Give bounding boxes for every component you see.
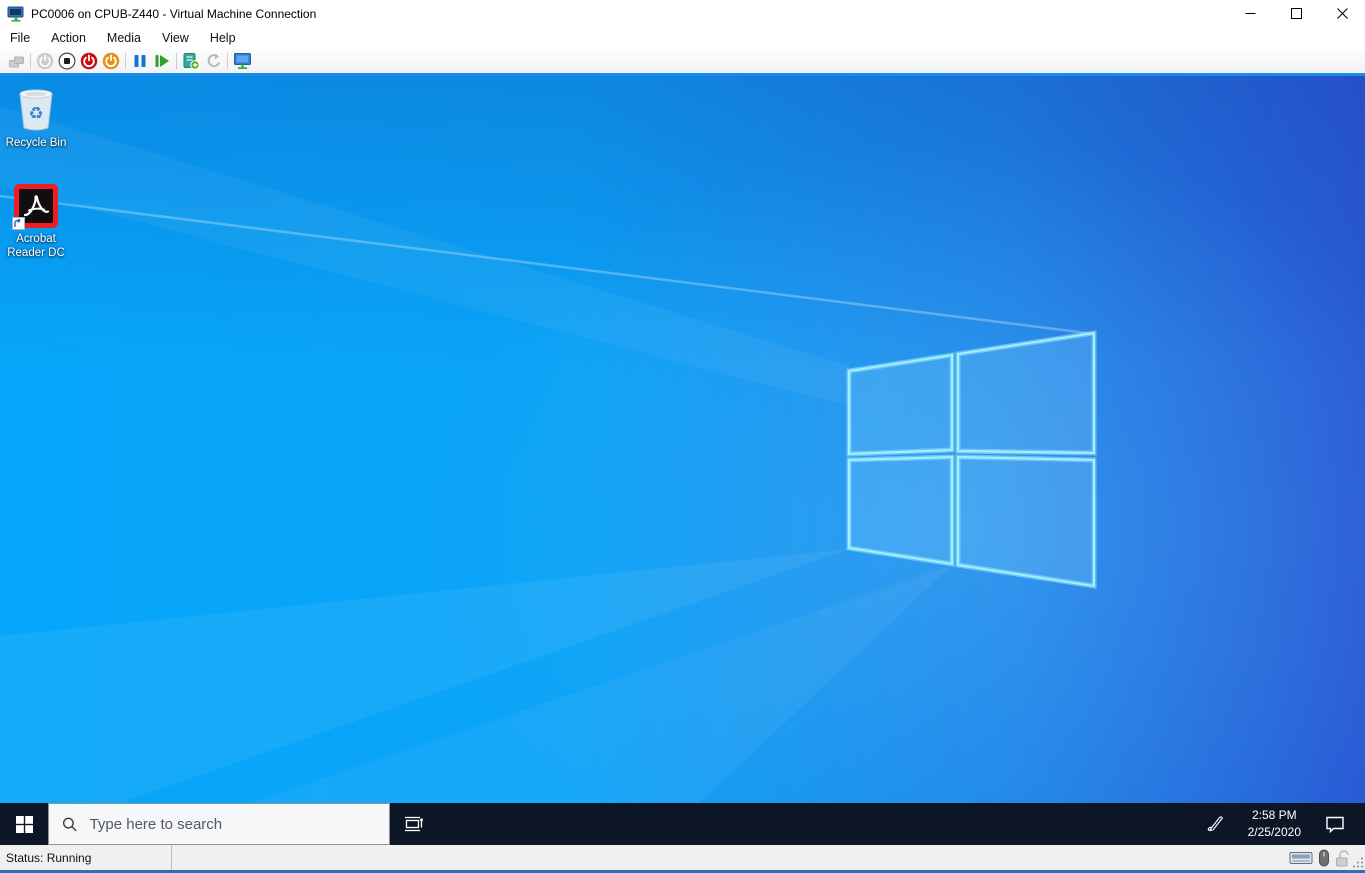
resume-icon xyxy=(154,53,170,69)
desktop-icon-recycle-bin[interactable]: ♻ Recycle Bin xyxy=(2,84,70,150)
desktop-icon-label: Recycle Bin xyxy=(6,136,67,150)
taskbar-search[interactable] xyxy=(48,803,390,845)
resize-grip[interactable] xyxy=(1352,856,1364,868)
action-center-button[interactable] xyxy=(1315,803,1355,845)
task-view-icon xyxy=(403,814,424,834)
recycle-bin-icon: ♻ xyxy=(14,84,58,132)
ctrl-alt-del-icon xyxy=(8,53,25,70)
mouse-capture-icon xyxy=(1318,849,1330,867)
vm-statusbar: Status: Running xyxy=(0,845,1365,870)
start-button[interactable] xyxy=(0,803,48,845)
search-input[interactable] xyxy=(90,816,389,833)
toolbar-separator xyxy=(125,53,126,69)
action-center-icon xyxy=(1324,814,1346,834)
maximize-button[interactable] xyxy=(1273,0,1319,27)
taskbar-clock[interactable]: 2:58 PM 2/25/2020 xyxy=(1240,807,1309,841)
vmconnect-app-icon xyxy=(7,6,25,22)
toolbar-checkpoint-button[interactable] xyxy=(180,50,202,72)
revert-icon xyxy=(205,53,222,70)
close-icon xyxy=(1337,8,1348,19)
search-icon xyxy=(62,816,78,833)
clock-time: 2:58 PM xyxy=(1248,807,1301,824)
vm-connection-window: PC0006 on CPUB-Z440 - Virtual Machine Co… xyxy=(0,0,1365,873)
menu-help[interactable]: Help xyxy=(207,29,246,47)
enhanced-session-monitor-icon xyxy=(233,52,252,70)
keyboard-capture-icon xyxy=(1289,850,1313,866)
titlebar: PC0006 on CPUB-Z440 - Virtual Machine Co… xyxy=(0,0,1365,27)
pause-icon xyxy=(132,53,148,69)
menu-file[interactable]: File xyxy=(7,29,40,47)
taskbar: 2:58 PM 2/25/2020 xyxy=(0,803,1365,845)
toolbar-save-button[interactable] xyxy=(100,50,122,72)
vm-screen: ♻ Recycle Bin xyxy=(0,76,1365,845)
system-tray: 2:58 PM 2/25/2020 xyxy=(1196,803,1365,845)
menu-media[interactable]: Media xyxy=(104,29,151,47)
power-save-icon xyxy=(102,52,120,70)
toolbar-resume-button[interactable] xyxy=(151,50,173,72)
power-start-icon xyxy=(36,52,54,70)
windows-logo-wallpaper-art xyxy=(0,76,1365,803)
statusbar-separator xyxy=(171,845,172,870)
close-button[interactable] xyxy=(1319,0,1365,27)
menu-action[interactable]: Action xyxy=(48,29,96,47)
lock-open-icon xyxy=(1335,849,1351,867)
shortcut-arrow-icon xyxy=(12,217,25,230)
toolbar-enhanced-session-button[interactable] xyxy=(231,50,253,72)
toolbar-shut-down-button[interactable] xyxy=(78,50,100,72)
vm-status-text: Status: Running xyxy=(0,851,171,865)
pen-icon xyxy=(1205,814,1225,834)
windows-ink-button[interactable] xyxy=(1196,803,1234,845)
toolbar-turn-off-button[interactable] xyxy=(56,50,78,72)
toolbar-separator xyxy=(30,53,31,69)
power-shutdown-icon xyxy=(80,52,98,70)
acrobat-reader-icon xyxy=(14,180,58,228)
stop-icon xyxy=(58,52,76,70)
task-view-button[interactable] xyxy=(390,803,436,845)
toolbar-separator xyxy=(176,53,177,69)
toolbar-ctrl-alt-del-button xyxy=(5,50,27,72)
minimize-icon xyxy=(1245,8,1256,19)
toolbar-start-button xyxy=(34,50,56,72)
maximize-icon xyxy=(1291,8,1302,19)
svg-text:♻: ♻ xyxy=(28,104,43,124)
minimize-button[interactable] xyxy=(1227,0,1273,27)
checkpoint-icon xyxy=(182,52,200,70)
clock-date: 2/25/2020 xyxy=(1248,824,1301,841)
toolbar xyxy=(0,49,1365,73)
windows-desktop-wallpaper: ♻ Recycle Bin xyxy=(0,76,1365,803)
desktop-icon-label: Acrobat Reader DC xyxy=(2,232,70,261)
toolbar-separator xyxy=(227,53,228,69)
toolbar-pause-button[interactable] xyxy=(129,50,151,72)
menubar: File Action Media View Help xyxy=(0,27,1365,49)
toolbar-revert-button xyxy=(202,50,224,72)
windows-start-icon xyxy=(16,816,33,833)
menu-view[interactable]: View xyxy=(159,29,199,47)
window-title: PC0006 on CPUB-Z440 - Virtual Machine Co… xyxy=(31,7,316,21)
desktop-icon-acrobat-reader[interactable]: Acrobat Reader DC xyxy=(2,180,70,261)
